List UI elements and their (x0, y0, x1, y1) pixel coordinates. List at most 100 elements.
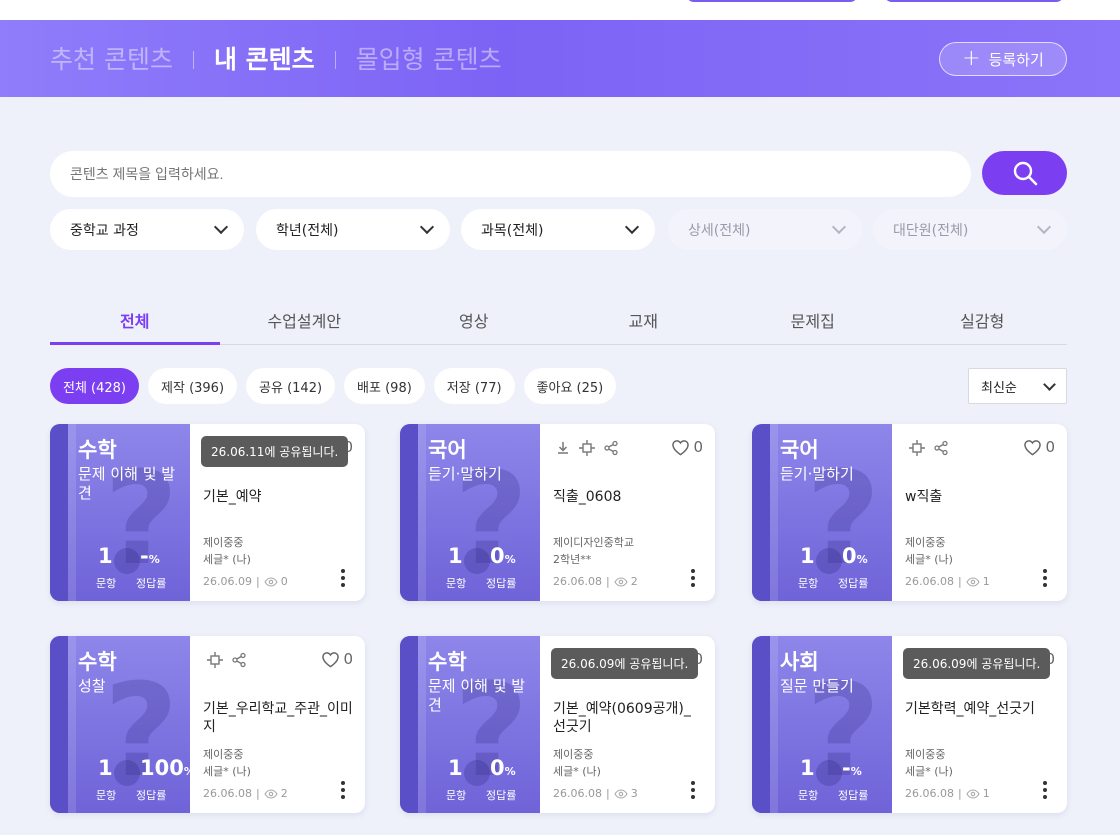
share-icon[interactable] (231, 652, 247, 672)
share-network-icon[interactable] (907, 438, 927, 462)
filter-subject-select[interactable]: 과목(전체) (461, 209, 655, 250)
card-meta: 26.06.08 | 3 (553, 787, 638, 800)
top-pill-button[interactable] (884, 0, 1064, 2)
accuracy-value: 0 (490, 756, 505, 780)
search-input[interactable] (50, 151, 971, 197)
cover-dot (816, 548, 842, 574)
share-network-icon[interactable] (577, 438, 597, 462)
more-vertical-icon[interactable] (341, 781, 345, 799)
tab-my-content[interactable]: 내 콘텐츠 (214, 40, 315, 76)
sort-select[interactable]: 최신순 (968, 368, 1067, 404)
like-button[interactable]: 0 (1023, 438, 1055, 456)
chip-liked[interactable]: 좋아요 (25) (523, 368, 617, 404)
filter-label: 상세(전체) (688, 222, 751, 239)
content-card[interactable]: ? 수학 문제 이해 및 발견 1 -% 문항 정답률 0 26.06.11에 … (50, 424, 365, 601)
content-card[interactable]: ? 사회 질문 만들기 1 -% 문항 정답률 0 26.06.09에 공유됩니… (752, 636, 1067, 813)
share-network-icon[interactable] (205, 650, 225, 674)
card-title[interactable]: 직출_0608 (553, 488, 703, 506)
card-date: 26.06.08 (905, 787, 954, 800)
cover-dot (114, 760, 140, 786)
register-button[interactable]: + 등록하기 (939, 42, 1067, 76)
question-count: 1 (98, 756, 113, 780)
cover-dot (816, 760, 842, 786)
accuracy-rate: 0% (490, 544, 516, 568)
card-school: 제이중중 (553, 748, 594, 761)
register-label: 등록하기 (988, 50, 1044, 69)
top-pill-button[interactable] (686, 0, 858, 2)
card-author: 2학년** (553, 553, 592, 566)
like-button[interactable]: 0 (671, 438, 703, 456)
more-vertical-icon[interactable] (1043, 781, 1047, 799)
top-tabs: 추천 콘텐츠 내 콘텐츠 몰입형 콘텐츠 (50, 40, 502, 76)
more-vertical-icon[interactable] (691, 781, 695, 799)
questions-label: 문항 (96, 789, 117, 802)
filter-label: 학년(전체) (276, 222, 339, 239)
share-schedule-tooltip: 26.06.09에 공유됩니다. (903, 648, 1051, 679)
card-cover: ? 수학 문제 이해 및 발견 1 -% 문항 정답률 (50, 424, 190, 601)
share-icon[interactable] (933, 440, 949, 460)
cover-spine (50, 636, 68, 813)
card-author: 세글* (나) (905, 553, 953, 566)
more-vertical-icon[interactable] (1043, 569, 1047, 587)
tab-all[interactable]: 전체 (50, 300, 220, 345)
tab-immersive[interactable]: 몰입형 콘텐츠 (356, 40, 502, 76)
view-count: 2 (630, 575, 638, 588)
meta-divider: | (255, 787, 260, 800)
card-meta: 26.06.08 | 2 (553, 575, 638, 588)
card-owner: 제이중중 세글* (나) (905, 534, 953, 568)
more-vertical-icon[interactable] (691, 569, 695, 587)
share-schedule-tooltip: 26.06.09에 공유됩니다. (551, 648, 699, 679)
card-school: 제이중중 (203, 748, 244, 761)
card-author: 세글* (나) (905, 765, 953, 778)
card-subject: 사회 (780, 650, 819, 674)
like-button[interactable]: 0 (321, 650, 353, 668)
chip-all[interactable]: 전체 (428) (50, 368, 140, 404)
content-card[interactable]: ? 국어 듣기·말하기 1 0% 문항 정답률 0 w직출 제이중중 세글* (… (752, 424, 1067, 601)
content-card[interactable]: ? 국어 듣기·말하기 1 0% 문항 정답률 0 직출_0608 제이디자인중… (400, 424, 715, 601)
chip-distributed[interactable]: 배포 (98) (344, 368, 425, 404)
content-card[interactable]: ? 수학 문제 이해 및 발견 1 0% 문항 정답률 0 26.06.09에 … (400, 636, 715, 813)
chip-shared[interactable]: 공유 (142) (246, 368, 336, 404)
download-icon[interactable] (555, 440, 571, 460)
eye-icon (966, 788, 980, 799)
cover-spine (400, 636, 418, 813)
card-title[interactable]: 기본_예약 (203, 488, 353, 506)
meta-divider: | (255, 575, 260, 588)
chip-saved[interactable]: 저장 (77) (433, 368, 515, 404)
card-title[interactable]: w직출 (905, 488, 1055, 506)
card-author: 세글* (나) (553, 765, 601, 778)
view-count: 3 (630, 787, 638, 800)
tab-recommended[interactable]: 추천 콘텐츠 (50, 40, 173, 76)
content-card[interactable]: ? 수학 성찰 1 100% 문항 정답률 0 기본_우리학교_주관_이미지 제… (50, 636, 365, 813)
filter-unit-select[interactable]: 대단원(전체) (873, 209, 1067, 250)
tab-lesson-plan[interactable]: 수업설계안 (220, 300, 390, 344)
header-banner: 추천 콘텐츠 내 콘텐츠 몰입형 콘텐츠 + 등록하기 (0, 20, 1120, 97)
filter-course-select[interactable]: 중학교 과정 (50, 209, 244, 250)
tab-textbook[interactable]: 교재 (559, 300, 729, 344)
share-icon[interactable] (603, 440, 619, 460)
filter-grade-select[interactable]: 학년(전체) (256, 209, 450, 250)
search-button[interactable] (982, 151, 1067, 195)
card-cover: ? 수학 성찰 1 100% 문항 정답률 (50, 636, 195, 813)
card-title[interactable]: 기본_우리학교_주관_이미지 (203, 700, 353, 736)
tab-immersive-type[interactable]: 실감형 (898, 300, 1068, 344)
card-unit: 문제 이해 및 발견 (428, 677, 526, 714)
tab-video[interactable]: 영상 (389, 300, 559, 344)
card-cover: ? 국어 듣기·말하기 1 0% 문항 정답률 (400, 424, 540, 601)
filter-detail-select[interactable]: 상세(전체) (668, 209, 862, 250)
questions-label: 문항 (798, 577, 819, 590)
tab-workbook[interactable]: 문제집 (728, 300, 898, 344)
card-title[interactable]: 기본_예약(0609공개)_선긋기 (553, 700, 703, 736)
filter-label: 중학교 과정 (70, 222, 139, 239)
chip-made[interactable]: 제작 (396) (148, 368, 238, 404)
accuracy-rate: 0% (842, 544, 868, 568)
cover-dot (114, 548, 140, 574)
cover-spine (752, 424, 770, 601)
questions-label: 문항 (446, 577, 467, 590)
heart-icon (672, 439, 690, 455)
filter-label: 과목(전체) (481, 222, 544, 239)
card-school: 제이디자인중학교 (553, 536, 634, 549)
more-vertical-icon[interactable] (341, 569, 345, 587)
card-unit: 문제 이해 및 발견 (78, 465, 176, 502)
card-title[interactable]: 기본학력_예약_선긋기 (905, 700, 1055, 718)
